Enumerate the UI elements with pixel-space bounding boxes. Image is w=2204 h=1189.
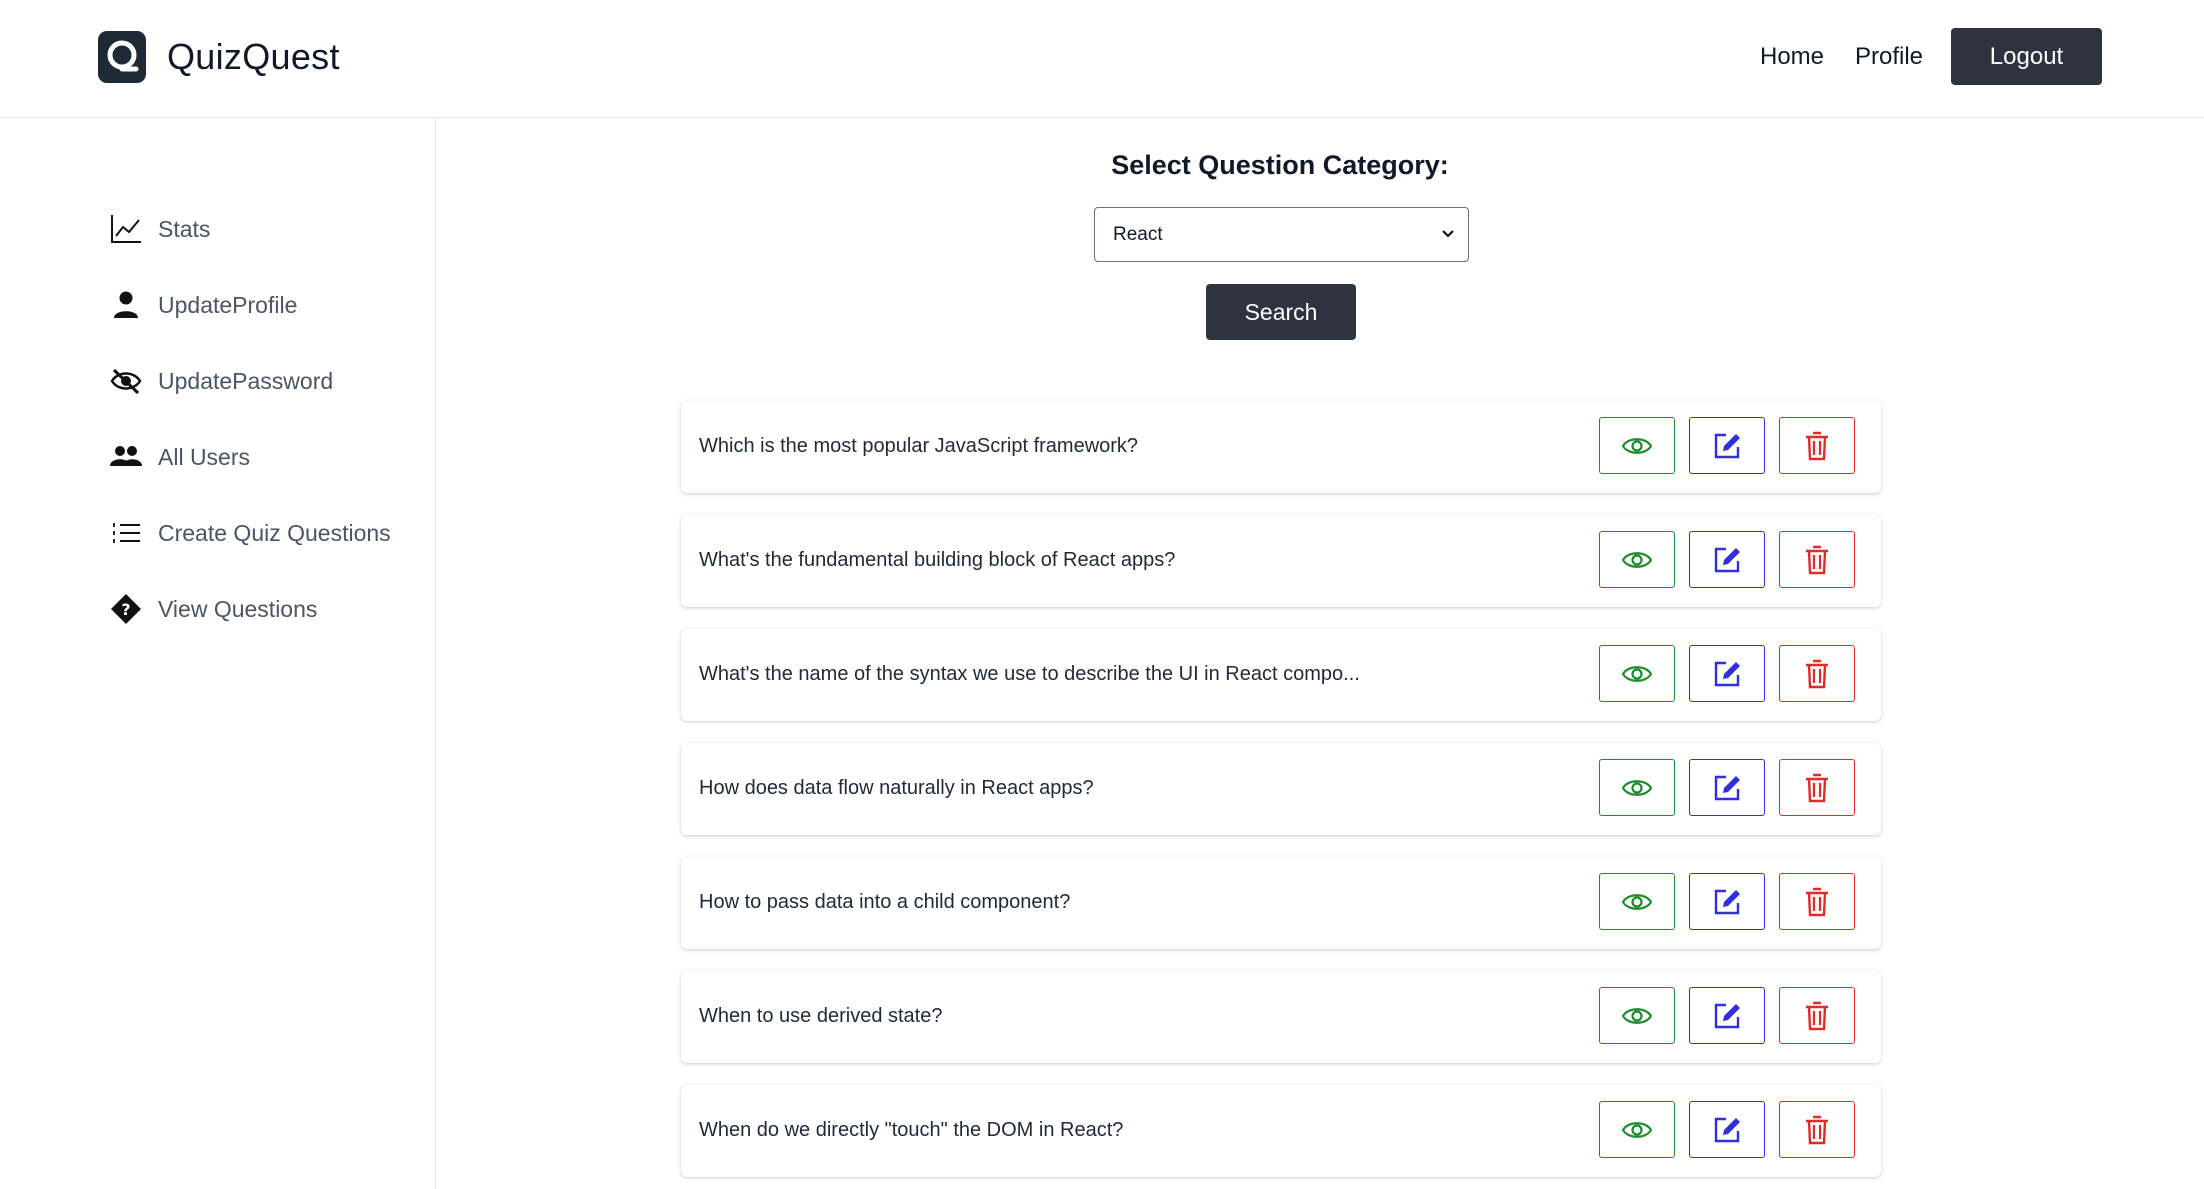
sidebar-item-label: Stats — [158, 216, 211, 242]
svg-text:?: ? — [121, 600, 130, 619]
sidebar-item-label: UpdatePassword — [158, 368, 334, 394]
question-card: Which is the most popular JavaScript fra… — [681, 401, 1881, 493]
delete-question-button[interactable] — [1779, 417, 1855, 474]
sidebar-item-label: View Questions — [158, 596, 318, 622]
edit-question-button[interactable] — [1689, 759, 1765, 816]
question-card: What's the name of the syntax we use to … — [681, 629, 1881, 721]
view-question-button[interactable] — [1599, 531, 1675, 588]
question-card: How to pass data into a child component? — [681, 857, 1881, 949]
top-navbar: QuizQuest Home Profile Logout — [0, 0, 2204, 118]
sidebar-item-update-profile[interactable]: UpdateProfile — [110, 286, 410, 326]
app-title[interactable]: QuizQuest — [167, 36, 340, 78]
user-icon — [110, 290, 144, 322]
question-card: How does data flow naturally in React ap… — [681, 743, 1881, 835]
view-question-button[interactable] — [1599, 417, 1675, 474]
edit-question-button[interactable] — [1689, 531, 1765, 588]
sidebar-item-view-questions[interactable]: ? View Questions — [110, 590, 410, 630]
question-text: What's the name of the syntax we use to … — [699, 663, 1360, 685]
edit-question-button[interactable] — [1689, 417, 1765, 474]
edit-question-button[interactable] — [1689, 1101, 1765, 1158]
view-question-button[interactable] — [1599, 1101, 1675, 1158]
question-card: When to use derived state? — [681, 971, 1881, 1063]
question-text: What's the fundamental building block of… — [699, 549, 1176, 571]
question-text: When to use derived state? — [699, 1005, 943, 1027]
nav-profile-link[interactable]: Profile — [1855, 43, 1923, 71]
nav-home-link[interactable]: Home — [1760, 43, 1824, 71]
delete-question-button[interactable] — [1779, 873, 1855, 930]
edit-question-button[interactable] — [1689, 873, 1765, 930]
delete-question-button[interactable] — [1779, 759, 1855, 816]
view-question-button[interactable] — [1599, 645, 1675, 702]
category-title: Select Question Category: — [1111, 150, 1449, 180]
question-text: How to pass data into a child component? — [699, 891, 1071, 913]
edit-question-button[interactable] — [1689, 987, 1765, 1044]
sidebar-item-label: Create Quiz Questions — [158, 520, 391, 546]
eye-slash-icon — [110, 366, 144, 398]
view-question-button[interactable] — [1599, 873, 1675, 930]
users-icon — [110, 442, 144, 474]
chevron-down-icon — [1440, 226, 1456, 247]
sidebar-item-label: UpdateProfile — [158, 292, 298, 318]
edit-question-button[interactable] — [1689, 645, 1765, 702]
sidebar: Stats UpdateProfile UpdatePassword All U… — [0, 119, 436, 1189]
list-icon — [110, 518, 144, 550]
sidebar-item-update-password[interactable]: UpdatePassword — [110, 362, 410, 402]
view-question-button[interactable] — [1599, 759, 1675, 816]
delete-question-button[interactable] — [1779, 987, 1855, 1044]
question-text: When do we directly "touch" the DOM in R… — [699, 1119, 1124, 1141]
category-select[interactable]: React — [1094, 207, 1469, 262]
search-button[interactable]: Search — [1206, 284, 1356, 340]
logout-button[interactable]: Logout — [1951, 28, 2102, 85]
line-chart-icon — [110, 214, 144, 246]
category-selected-value: React — [1113, 224, 1163, 245]
question-card: What's the fundamental building block of… — [681, 515, 1881, 607]
view-question-button[interactable] — [1599, 987, 1675, 1044]
sidebar-item-all-users[interactable]: All Users — [110, 438, 410, 478]
delete-question-button[interactable] — [1779, 1101, 1855, 1158]
question-text: How does data flow naturally in React ap… — [699, 777, 1094, 799]
question-text: Which is the most popular JavaScript fra… — [699, 435, 1139, 457]
sidebar-item-label: All Users — [158, 444, 251, 470]
question-card: When do we directly "touch" the DOM in R… — [681, 1085, 1881, 1177]
quiz-logo-icon[interactable] — [98, 31, 146, 83]
sidebar-item-create-quiz-questions[interactable]: Create Quiz Questions — [110, 514, 410, 554]
delete-question-button[interactable] — [1779, 645, 1855, 702]
sidebar-item-stats[interactable]: Stats — [110, 210, 410, 250]
question-diamond-icon: ? — [110, 594, 144, 626]
delete-question-button[interactable] — [1779, 531, 1855, 588]
